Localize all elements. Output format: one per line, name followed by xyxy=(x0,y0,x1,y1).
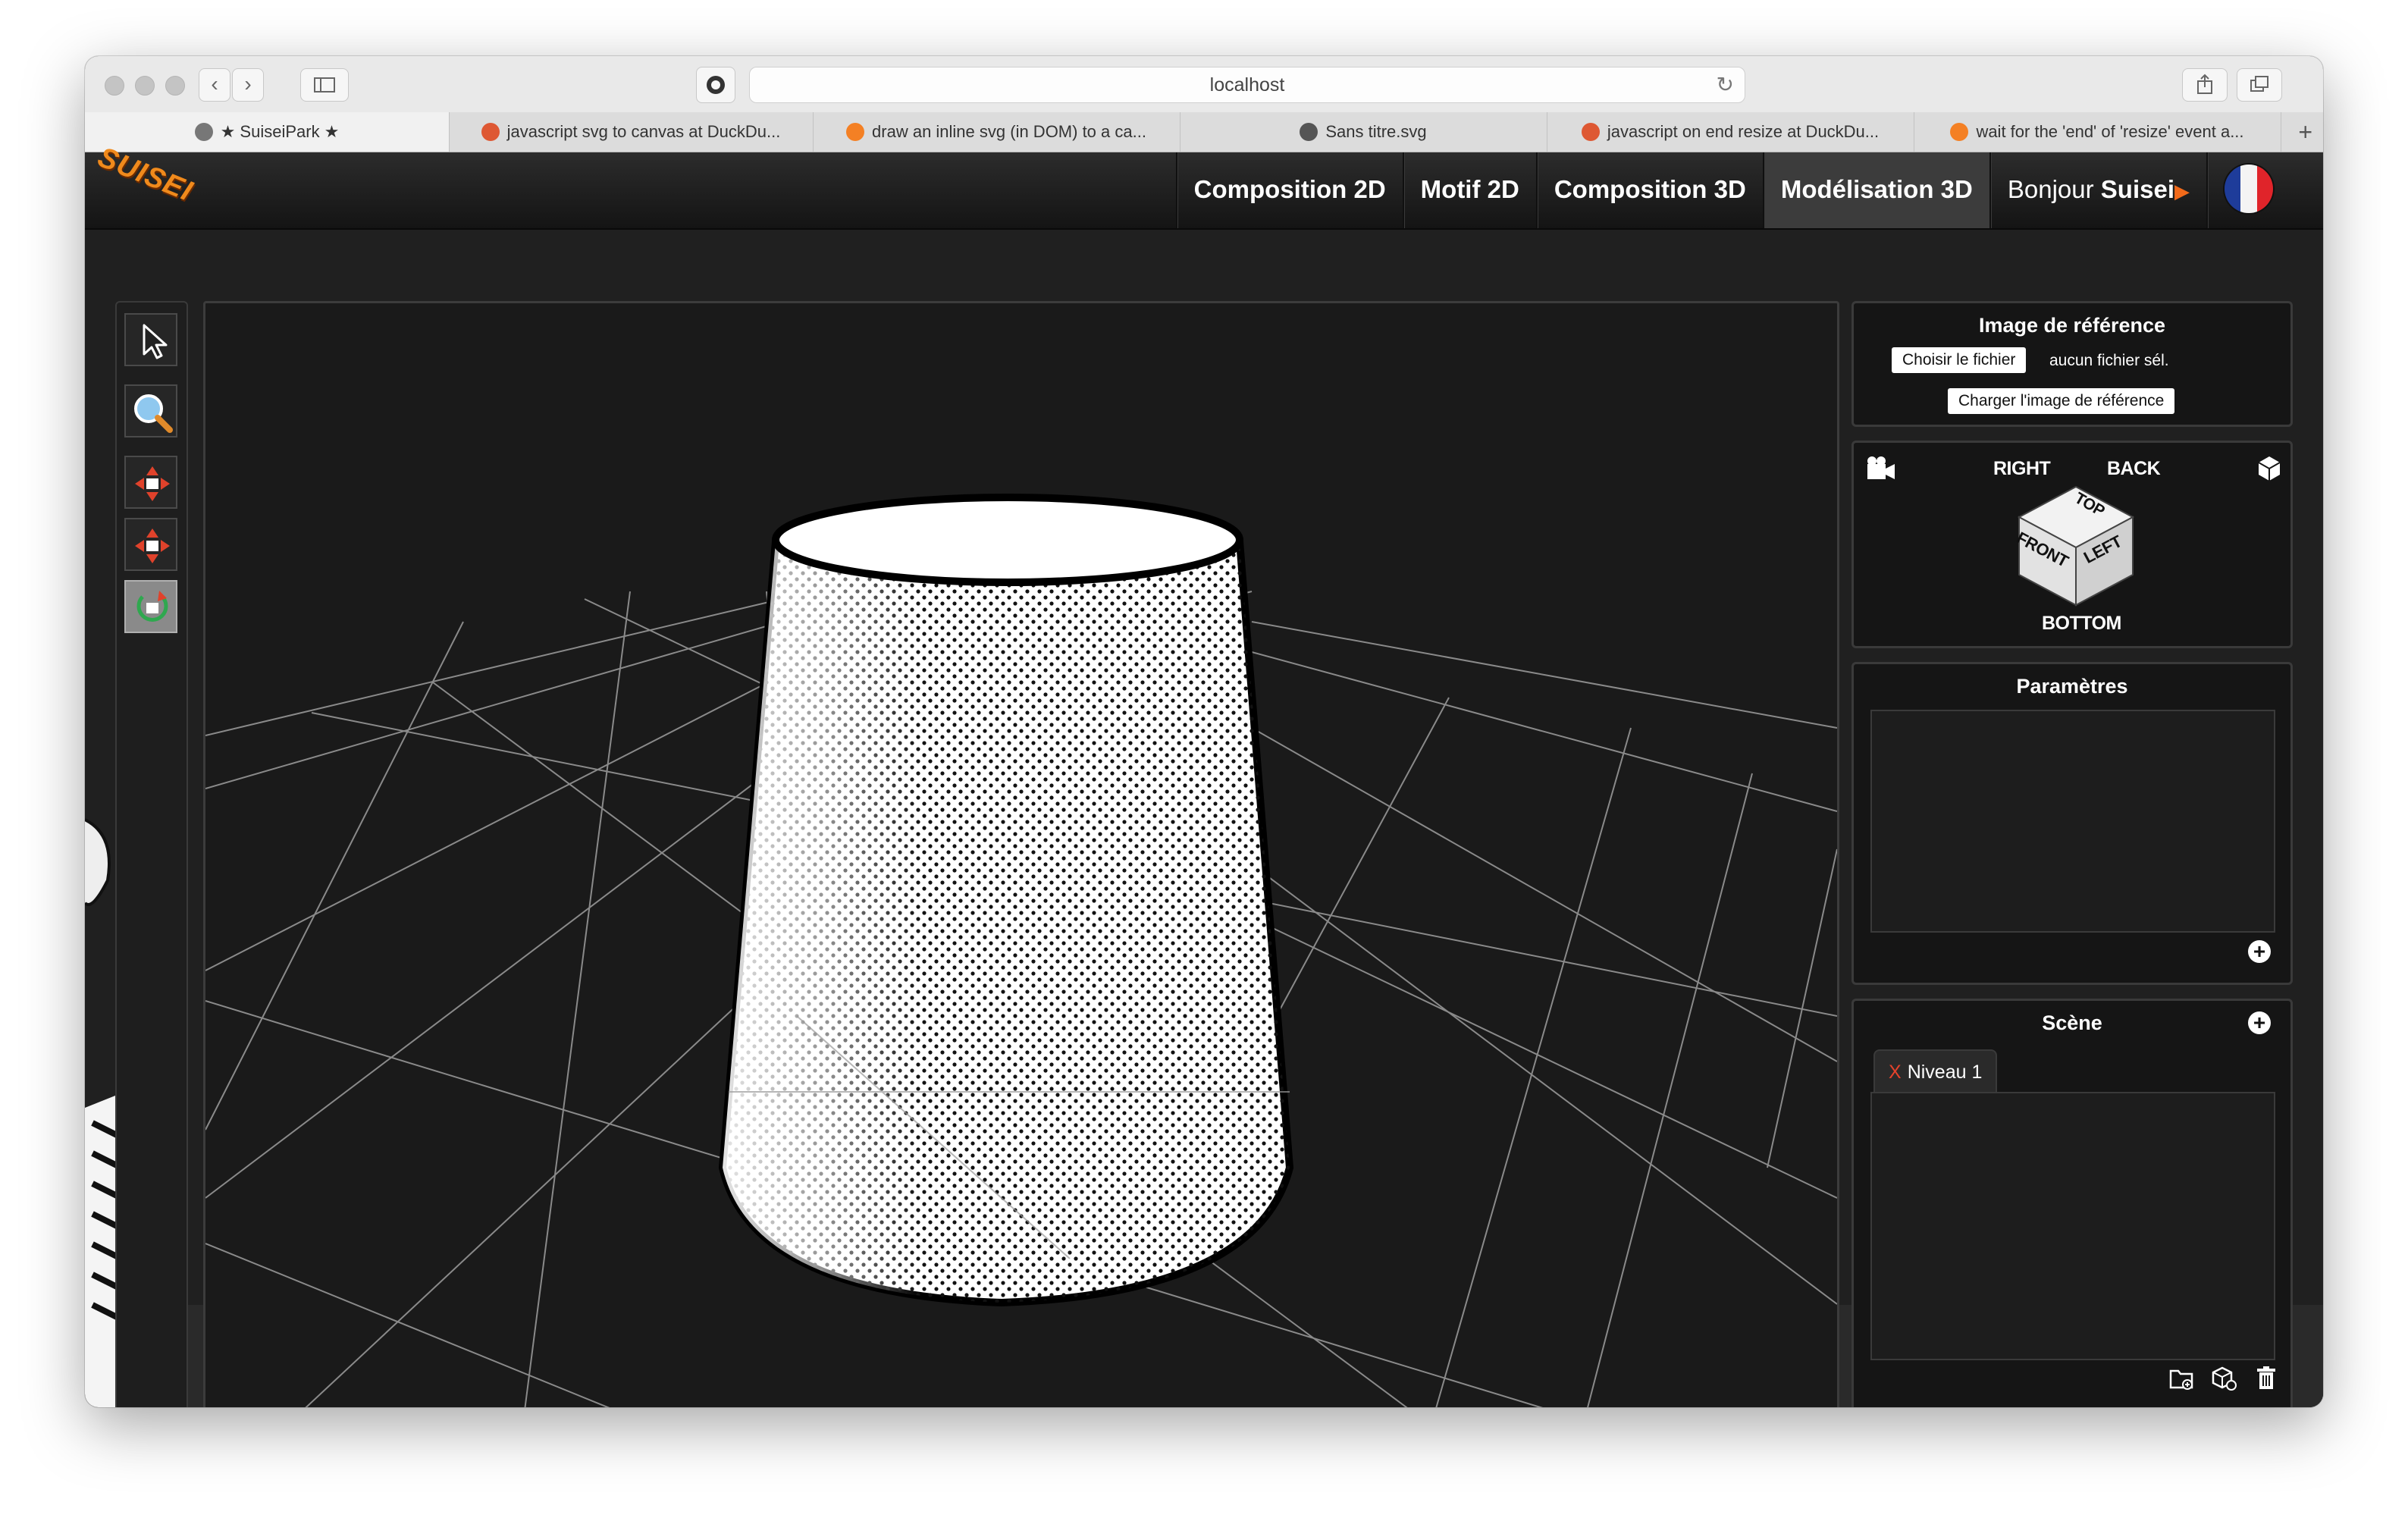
tabs-icon xyxy=(2250,76,2268,92)
tab-favicon-icon xyxy=(1950,123,1969,141)
browser-tab[interactable]: draw an inline svg (in DOM) to a ca... xyxy=(813,112,1180,152)
menu-composition-3d[interactable]: Composition 3D xyxy=(1535,152,1763,228)
zoom-tool-button[interactable] xyxy=(124,384,177,437)
user-menu-arrow-icon: ▶ xyxy=(2174,180,2190,202)
menu-modelisation-3d[interactable]: Modélisation 3D xyxy=(1762,152,1989,228)
parameters-panel: Paramètres + xyxy=(1851,662,2293,985)
browser-tab-bar: ★ SuiseiPark ★ javascript svg to canvas … xyxy=(85,112,2323,152)
browser-tab[interactable]: javascript on end resize at DuckDu... xyxy=(1547,112,1914,152)
app-root: SUISEI Composition 2D Motif 2D Compositi… xyxy=(85,141,2323,1407)
rotate-camera-tool-button[interactable] xyxy=(124,580,177,633)
tool-sidebar xyxy=(115,301,188,1407)
reference-image-panel: Image de référence Choisir le fichier au… xyxy=(1851,301,2293,427)
scene-tab-label: Niveau 1 xyxy=(1907,1062,1983,1083)
no-file-text: aucun fichier sél. xyxy=(2049,352,2169,369)
tab-favicon-icon xyxy=(481,123,500,141)
tab-favicon-icon xyxy=(1581,123,1600,141)
close-window-button[interactable] xyxy=(105,76,124,96)
pan-arrows-camera-icon xyxy=(135,528,170,563)
tab-title: wait for the 'end' of 'resize' event a..… xyxy=(1976,122,2244,141)
parameters-panel-title: Paramètres xyxy=(2016,675,2128,698)
tab-favicon-icon xyxy=(194,123,213,141)
privacy-shield-button[interactable] xyxy=(696,67,735,103)
browser-tab[interactable]: ★ SuiseiPark ★ xyxy=(85,112,450,152)
app-header: SUISEI Composition 2D Motif 2D Compositi… xyxy=(85,141,2323,230)
back-button[interactable]: ‹ xyxy=(199,68,230,102)
frustum-model[interactable] xyxy=(718,494,1294,1307)
delete-trash-icon[interactable] xyxy=(2253,1365,2280,1392)
select-tool-button[interactable] xyxy=(124,313,177,366)
parameters-list xyxy=(1870,710,2275,933)
add-object-icon[interactable] xyxy=(2210,1365,2237,1392)
zoom-window-button[interactable] xyxy=(165,76,185,96)
language-selector[interactable] xyxy=(2206,152,2323,228)
french-flag-icon xyxy=(2225,165,2273,213)
browser-tab[interactable]: javascript svg to canvas at DuckDu... xyxy=(449,112,814,152)
menu-motif-2d[interactable]: Motif 2D xyxy=(1402,152,1536,228)
add-scene-icon[interactable]: + xyxy=(2248,1011,2271,1034)
new-tab-button[interactable]: + xyxy=(2298,112,2312,152)
pan-camera-tool-button[interactable] xyxy=(124,518,177,571)
reload-icon[interactable]: ↻ xyxy=(1717,67,1734,102)
tab-favicon-icon xyxy=(846,123,865,141)
add-parameter-icon[interactable]: + xyxy=(2248,940,2271,963)
sidebar-icon xyxy=(314,77,335,93)
browser-tab[interactable]: Sans titre.svg xyxy=(1180,112,1547,152)
address-bar[interactable]: localhost ↻ xyxy=(749,67,1745,103)
cube-reset-icon[interactable] xyxy=(2254,453,2284,484)
move-camera-tool-button[interactable] xyxy=(124,456,177,509)
sidebar-toggle-button[interactable] xyxy=(300,68,349,102)
tab-title: javascript svg to canvas at DuckDu... xyxy=(506,122,781,141)
load-reference-button[interactable]: Charger l'image de référence xyxy=(1948,388,2175,414)
scene-panel-title: Scène xyxy=(2042,1011,2102,1034)
browser-tab[interactable]: wait for the 'end' of 'resize' event a..… xyxy=(1914,112,2281,152)
browser-titlebar: ‹ › localhost ↻ xyxy=(85,56,2323,113)
view-cube-panel: RIGHT BACK TOP FRONT LEFT BOTTOM xyxy=(1851,441,2293,648)
scene-tab-niveau-1[interactable]: X Niveau 1 xyxy=(1873,1049,1998,1093)
magnifier-icon xyxy=(134,394,173,433)
3d-viewport[interactable] xyxy=(203,301,1839,1407)
tab-title: javascript on end resize at DuckDu... xyxy=(1607,122,1880,141)
choose-file-button[interactable]: Choisir le fichier xyxy=(1892,347,2027,373)
tab-favicon-icon xyxy=(1300,123,1318,141)
pointer-arrow-icon xyxy=(143,324,168,359)
shield-icon xyxy=(707,76,725,94)
rotate-camera-icon xyxy=(136,591,168,622)
camera-icon[interactable] xyxy=(1864,453,1898,484)
browser-window: ‹ › localhost ↻ ★ SuiseiPark ★ javascrip… xyxy=(85,56,2323,1407)
reference-panel-title: Image de référence xyxy=(1978,314,2166,337)
minimize-window-button[interactable] xyxy=(135,76,155,96)
url-text: localhost xyxy=(1209,74,1285,96)
tab-title: draw an inline svg (in DOM) to a ca... xyxy=(872,122,1146,141)
forward-button[interactable]: › xyxy=(232,68,264,102)
tab-title: Sans titre.svg xyxy=(1325,122,1427,141)
main-menu: Composition 2D Motif 2D Composition 3D M… xyxy=(1175,152,2323,228)
share-icon xyxy=(2197,74,2212,94)
scene-panel: Scène + X Niveau 1 xyxy=(1851,999,2293,1407)
menu-composition-2d[interactable]: Composition 2D xyxy=(1175,152,1403,228)
cube-label-bottom[interactable]: BOTTOM xyxy=(2042,613,2121,635)
share-button[interactable] xyxy=(2182,68,2228,102)
add-folder-icon[interactable] xyxy=(2168,1365,2195,1392)
greeting-text: Bonjour xyxy=(2007,175,2094,203)
scene-tree xyxy=(1870,1092,2275,1360)
move-arrows-camera-icon xyxy=(135,466,170,501)
close-tab-icon[interactable]: X xyxy=(1889,1062,1902,1083)
user-menu[interactable]: Bonjour Suisei▶ xyxy=(1989,152,2206,228)
tabs-overview-button[interactable] xyxy=(2237,68,2282,102)
3d-scene xyxy=(205,494,1837,1407)
user-name: Suisei xyxy=(2100,175,2174,203)
tab-title: ★ SuiseiPark ★ xyxy=(220,122,340,141)
